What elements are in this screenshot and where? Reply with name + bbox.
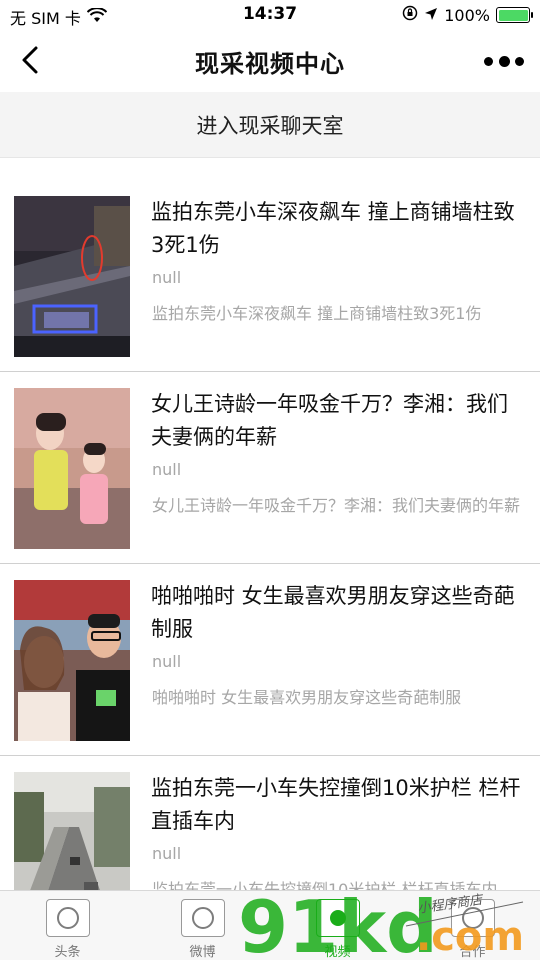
tab-label: 视频: [324, 945, 351, 960]
tab-weibo[interactable]: 微博: [135, 891, 270, 960]
cooperation-tab-icon: [450, 899, 495, 937]
tab-headlines[interactable]: 头条: [0, 891, 135, 960]
tab-video[interactable]: 视频: [270, 891, 405, 960]
status-right: 100%: [402, 5, 533, 25]
video-source: null: [152, 652, 182, 671]
orientation-lock-icon: [402, 5, 418, 25]
enter-chatroom-button[interactable]: 进入现采聊天室: [0, 92, 540, 158]
video-title: 啪啪啪时 女生最喜欢男朋友穿这些奇葩制服: [151, 584, 515, 641]
list-item[interactable]: 女儿王诗龄一年吸金千万？李湘：我们夫妻俩的年薪 null 女儿王诗龄一年吸金千万…: [0, 372, 540, 564]
more-dot-icon: [515, 56, 524, 66]
video-source: null: [152, 844, 182, 863]
location-arrow-icon: [424, 6, 438, 25]
headlines-tab-icon: [45, 899, 90, 937]
list-item[interactable]: 监拍东莞小车深夜飙车 撞上商铺墙柱致3死1伤 null 监拍东莞小车深夜飙车 撞…: [0, 180, 540, 372]
more-dot-icon: [484, 56, 493, 66]
video-thumbnail: [14, 388, 130, 549]
battery-percent: 100%: [444, 5, 490, 25]
chatroom-label: 进入现采聊天室: [196, 113, 344, 138]
list-item[interactable]: 啪啪啪时 女生最喜欢男朋友穿这些奇葩制服 null 啪啪啪时 女生最喜欢男朋友穿…: [0, 564, 540, 756]
tab-cooperation[interactable]: 合作: [405, 891, 540, 960]
video-description: 啪啪啪时 女生最喜欢男朋友穿这些奇葩制服: [152, 688, 462, 707]
video-title: 监拍东莞一小车失控撞倒10米护栏 栏杆直插车内: [151, 776, 521, 833]
video-title: 女儿王诗龄一年吸金千万？李湘：我们夫妻俩的年薪: [151, 392, 508, 449]
video-thumbnail: [14, 196, 130, 357]
more-button[interactable]: [484, 50, 524, 72]
nav-bar: 现采视频中心: [0, 30, 540, 92]
chevron-left-icon: [22, 46, 38, 74]
battery-icon: [496, 7, 533, 23]
more-dot-icon: [498, 55, 510, 67]
back-button[interactable]: [12, 42, 48, 78]
video-title: 监拍东莞小车深夜飙车 撞上商铺墙柱致3死1伤: [151, 200, 515, 257]
video-thumbnail: [14, 580, 130, 741]
video-description: 监拍东莞小车深夜飙车 撞上商铺墙柱致3死1伤: [152, 304, 482, 323]
tab-label: 微博: [189, 945, 216, 960]
video-source: null: [152, 268, 182, 287]
video-description: 女儿王诗龄一年吸金千万？李湘：我们夫妻俩的年薪: [152, 496, 521, 515]
video-tab-icon: [315, 899, 360, 937]
video-source: null: [152, 460, 182, 479]
status-bar: 无 SIM 卡 14:37 100%: [0, 0, 540, 30]
tab-bar: 头条 微博 视频 合作: [0, 890, 540, 960]
weibo-tab-icon: [180, 899, 225, 937]
video-list: 监拍东莞小车深夜飙车 撞上商铺墙柱致3死1伤 null 监拍东莞小车深夜飙车 撞…: [0, 180, 540, 948]
page-title: 现采视频中心: [195, 49, 345, 78]
tab-label: 合作: [459, 945, 486, 960]
tab-label: 头条: [54, 945, 81, 960]
